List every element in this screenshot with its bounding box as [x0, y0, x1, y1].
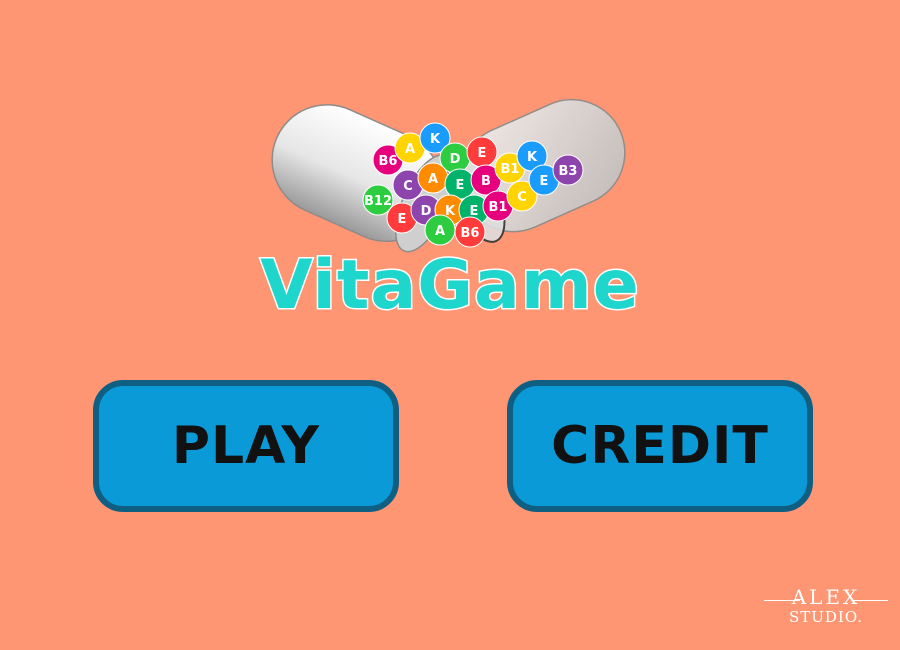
vitamin-ball-letter: B12: [364, 194, 392, 209]
vitamin-ball-letter: B6: [461, 226, 480, 241]
play-button-label: PLAY: [171, 416, 321, 476]
vitamin-ball-letter: B6: [379, 154, 398, 169]
vitamin-ball-letter: E: [478, 146, 487, 161]
vitamin-ball-letter: B: [481, 174, 491, 189]
pill-capsule-logo-icon: B6AKD EC A E BB1KB12ED K E B1CEA B6B3 VitaGame: [259, 98, 640, 327]
studio-logo: ALEX STUDIO.: [764, 586, 888, 640]
vitamin-ball-letter: E: [540, 174, 549, 189]
vitamin-ball-letter: B1: [489, 200, 508, 215]
studio-name: ALEX: [791, 585, 861, 609]
vitamin-ball-letter: C: [517, 190, 527, 205]
vitamin-ball-letter: A: [428, 172, 438, 187]
credit-button[interactable]: CREDIT: [507, 380, 813, 512]
vitamin-ball-letter: E: [398, 212, 407, 227]
vitamin-ball-letter: E: [456, 178, 465, 193]
studio-sub: STUDIO.: [788, 608, 864, 626]
vitamin-ball-letter: B1: [501, 162, 520, 177]
vitamin-ball-letter: B3: [559, 164, 578, 179]
vitamin-ball-letter: A: [405, 142, 415, 157]
vitamin-ball-letter: A: [435, 224, 445, 239]
vitagame-logo: B6 A K D E C A E B B1 K B12 E D K E B1 C E A B6 B3 VitaGame: [250, 60, 650, 360]
credit-button-label: CREDIT: [551, 416, 769, 476]
vitamin-ball-letter: C: [403, 179, 413, 194]
play-button[interactable]: PLAY: [93, 380, 399, 512]
game-title: VitaGame: [260, 246, 640, 325]
vitamin-ball-letter: D: [421, 204, 432, 219]
vitamin-ball-letter: K: [527, 150, 538, 165]
vitamin-ball-letter: D: [450, 152, 461, 167]
vitamin-ball-letter: K: [430, 132, 441, 147]
